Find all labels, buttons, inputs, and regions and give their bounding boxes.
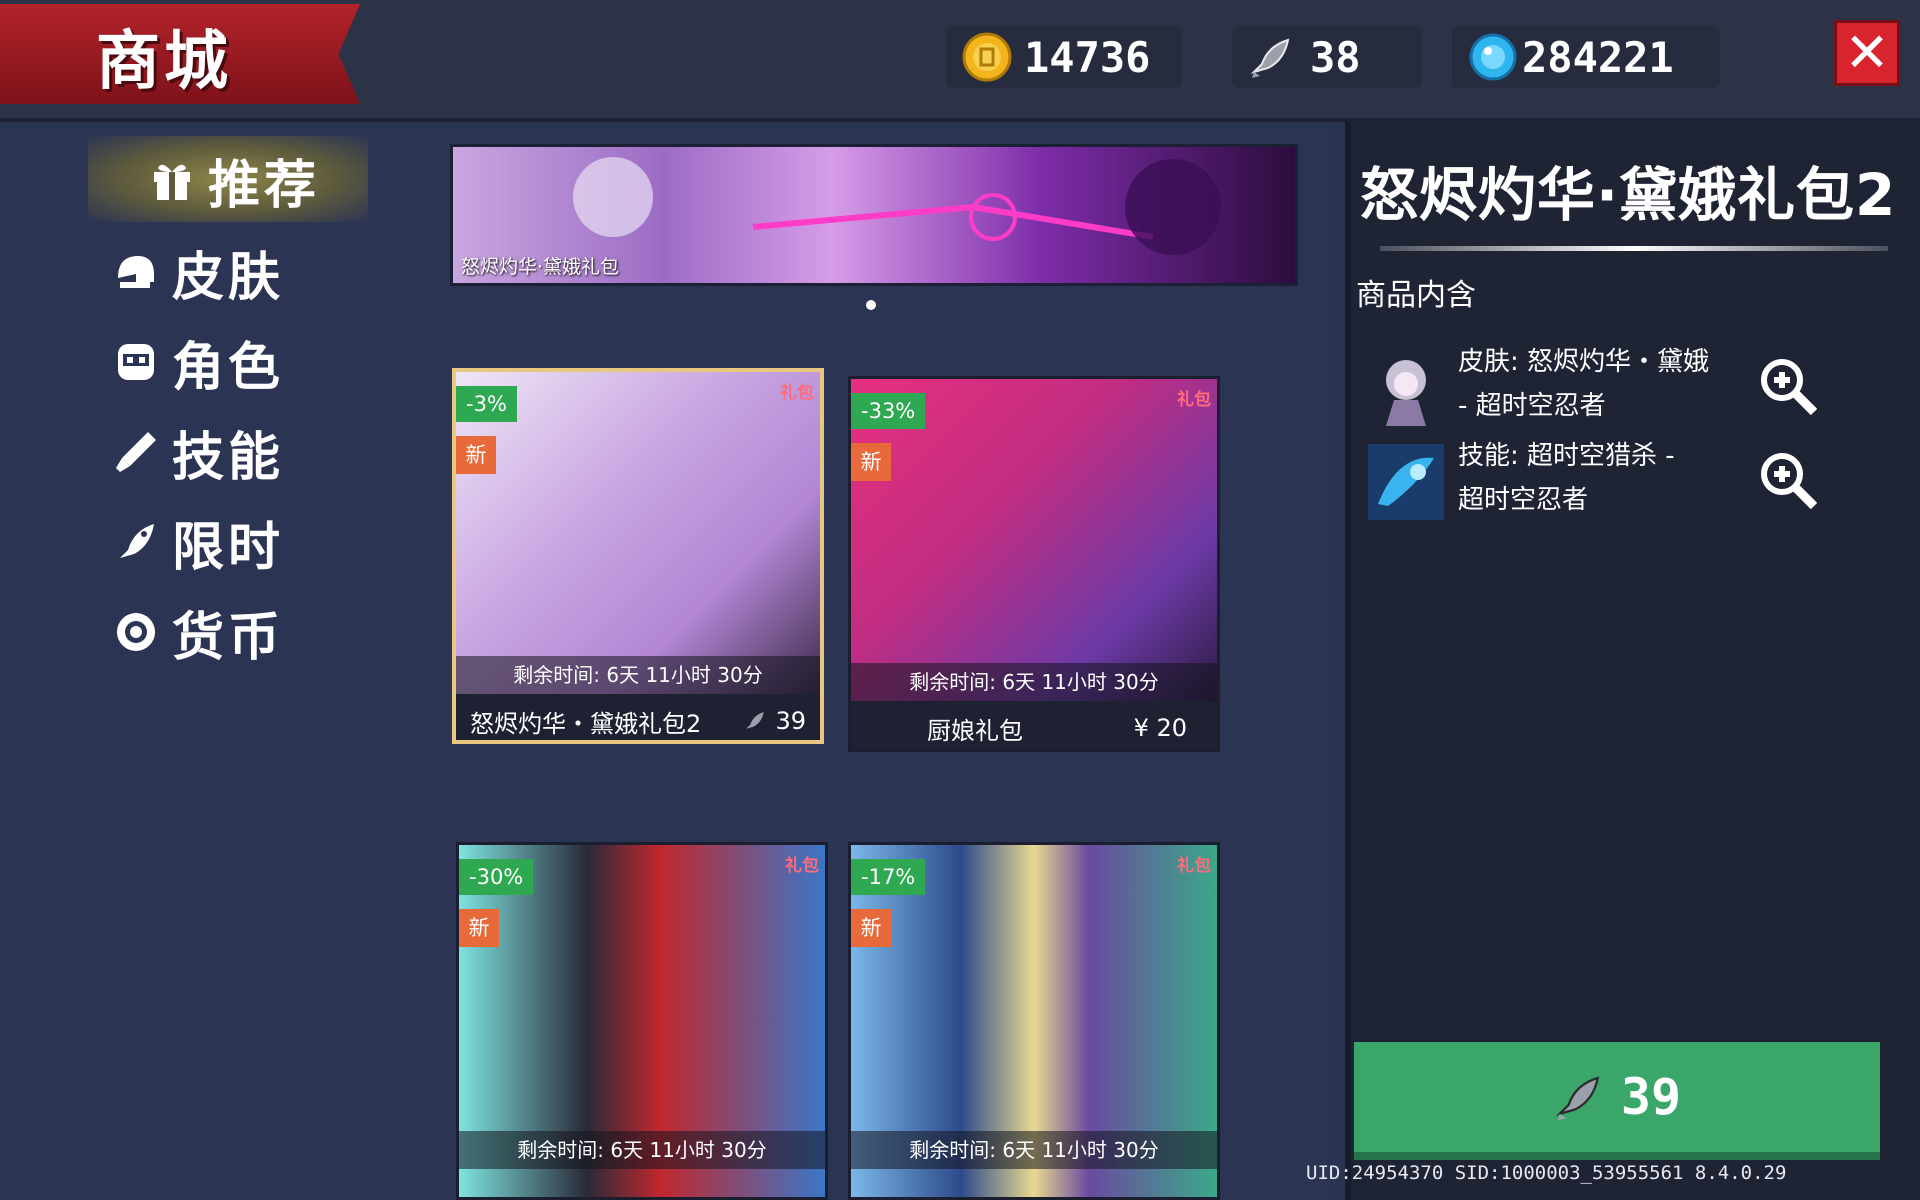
carousel-dot[interactable] xyxy=(866,300,876,310)
card-timer: 剩余时间: 6天 11小时 30分 xyxy=(456,656,820,694)
banner-caption: 怒烬灼华·黛娥礼包 xyxy=(461,256,620,278)
discount-badge: -3% xyxy=(456,386,517,422)
discount-badge: -17% xyxy=(851,859,926,895)
card-timer: 剩余时间: 6天 11小时 30分 xyxy=(851,1131,1217,1169)
new-badge: 新 xyxy=(851,443,891,481)
gem-icon xyxy=(1468,32,1518,82)
buy-button[interactable]: 39 xyxy=(1354,1042,1880,1160)
page-title: 商城 xyxy=(96,25,232,99)
card-price: ¥ 20 xyxy=(1133,714,1187,742)
item-line: 技能: 超时空猎杀 - xyxy=(1458,441,1675,471)
helmet-icon xyxy=(110,246,162,298)
card-name: 厨娘礼包 xyxy=(927,716,1023,745)
gift-tag: 礼包 xyxy=(1177,856,1211,876)
fish-value: 38 xyxy=(1310,32,1361,82)
item-line: 超时空忍者 xyxy=(1458,485,1589,515)
zoom-in-icon[interactable] xyxy=(1756,448,1822,514)
new-badge: 新 xyxy=(459,909,499,947)
fish-icon xyxy=(1555,1076,1600,1121)
fish-icon xyxy=(1248,32,1298,82)
zoom-in-icon[interactable] xyxy=(1756,354,1822,420)
nav-item-currency[interactable]: 货币 xyxy=(110,592,284,672)
nav-label: 皮肤 xyxy=(172,247,285,308)
gem-counter: 284221 xyxy=(1452,26,1720,88)
detail-title: 怒烬灼华·黛娥礼包2 xyxy=(1360,161,1897,229)
skill-thumbnail xyxy=(1368,444,1444,520)
contents-label: 商品内含 xyxy=(1356,278,1476,313)
nav-item-characters[interactable]: 角色 xyxy=(110,322,284,402)
nav-label: 货币 xyxy=(172,607,285,668)
discount-badge: -33% xyxy=(851,393,926,429)
product-card[interactable]: -30% 新 礼包 剩余时间: 6天 11小时 30分 xyxy=(456,842,828,1200)
new-badge: 新 xyxy=(851,909,891,947)
coin-value: 14736 xyxy=(1024,32,1151,82)
item-line: 皮肤: 怒烬灼华・黛娥 xyxy=(1458,347,1710,377)
featured-banner[interactable]: 怒烬灼华·黛娥礼包 xyxy=(450,144,1298,286)
skin-thumbnail xyxy=(1368,350,1444,426)
skill-icon xyxy=(110,426,162,478)
card-timer: 剩余时间: 6天 11小时 30分 xyxy=(459,1131,825,1169)
gift-icon xyxy=(146,154,198,206)
nav-label: 限时 xyxy=(172,517,285,578)
new-badge: 新 xyxy=(456,436,496,474)
close-icon: ✕ xyxy=(1844,21,1890,84)
uid-label: UID:24954370 SID:1000003_53955561 8.4.0.… xyxy=(1306,1162,1787,1184)
buy-price: 39 xyxy=(1620,1068,1682,1126)
nav-item-limited[interactable]: 限时 xyxy=(110,502,284,582)
product-card[interactable]: -33% 新 礼包 剩余时间: 6天 11小时 30分 厨娘礼包 ¥ 20 xyxy=(848,376,1220,752)
gift-tag: 礼包 xyxy=(780,383,814,403)
nav-label: 技能 xyxy=(172,427,285,488)
content-item: 技能: 超时空猎杀 - 超时空忍者 xyxy=(1368,434,1828,524)
product-card[interactable]: -17% 新 礼包 剩余时间: 6天 11小时 30分 xyxy=(848,842,1220,1200)
content-item: 皮肤: 怒烬灼华・黛娥 - 超时空忍者 xyxy=(1368,340,1828,430)
gem-value: 284221 xyxy=(1522,32,1674,82)
nav-item-skills[interactable]: 技能 xyxy=(110,412,284,492)
coin-icon xyxy=(962,32,1012,82)
currency-icon xyxy=(110,606,162,658)
discount-badge: -30% xyxy=(459,859,534,895)
nav-label: 角色 xyxy=(172,337,285,398)
gift-tag: 礼包 xyxy=(785,856,819,876)
product-card[interactable]: -3% 新 礼包 剩余时间: 6天 11小时 30分 怒烬灼华・黛娥礼包2 39 xyxy=(452,368,824,744)
nav-item-recommended[interactable]: 推荐 xyxy=(146,140,320,220)
limited-icon xyxy=(110,516,162,568)
nav-label: 推荐 xyxy=(208,155,321,216)
fish-counter: 38 xyxy=(1232,26,1422,88)
title-divider xyxy=(1380,246,1888,251)
card-footer: 怒烬灼华・黛娥礼包2 39 xyxy=(456,694,820,740)
item-line: - 超时空忍者 xyxy=(1458,391,1606,421)
fish-icon xyxy=(746,712,765,729)
card-timer: 剩余时间: 6天 11小时 30分 xyxy=(851,663,1217,701)
nav-item-skins[interactable]: 皮肤 xyxy=(110,232,284,312)
card-price: 39 xyxy=(775,707,806,735)
card-footer: 厨娘礼包 ¥ 20 xyxy=(851,701,1217,749)
coin-counter: 14736 xyxy=(946,26,1182,88)
close-button[interactable]: ✕ xyxy=(1834,20,1900,86)
card-name: 怒烬灼华・黛娥礼包2 xyxy=(470,709,702,738)
gift-tag: 礼包 xyxy=(1177,390,1211,410)
character-icon xyxy=(110,336,162,388)
